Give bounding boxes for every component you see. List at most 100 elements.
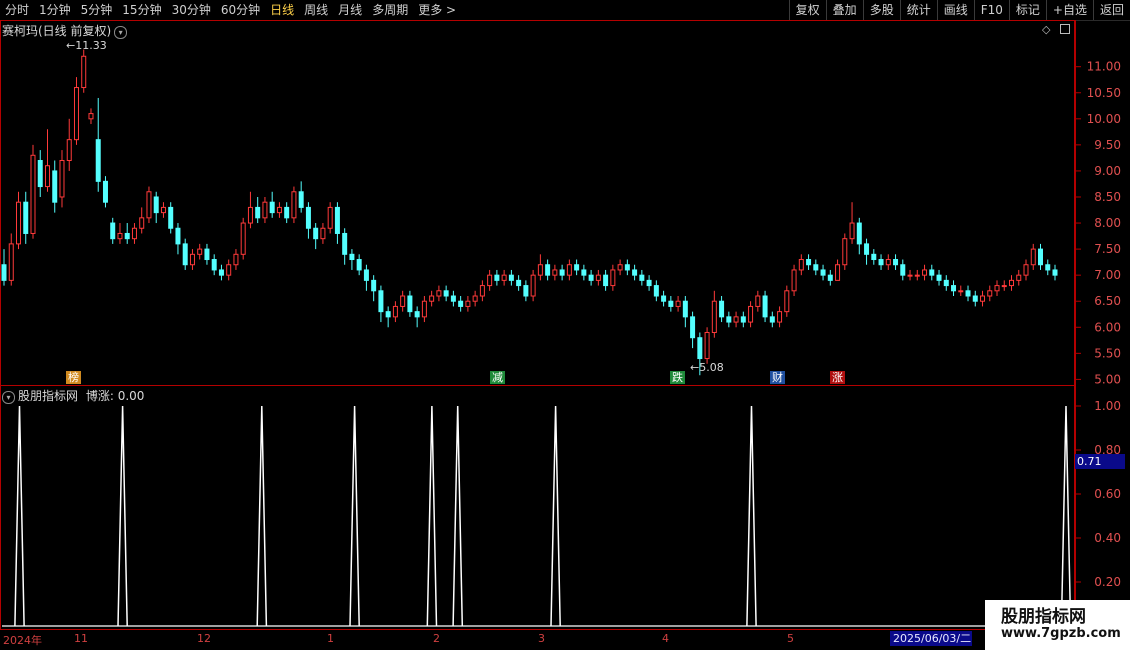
candle-body-133 bbox=[965, 290, 971, 297]
indicator-tick-label-3: 0.40 bbox=[1094, 531, 1121, 545]
candle-body-56 bbox=[407, 295, 413, 313]
candle-body-49 bbox=[356, 259, 362, 271]
candle-body-129 bbox=[936, 274, 942, 281]
stock-title: 赛柯玛(日线 前复权) ▾ bbox=[2, 22, 128, 39]
candle-body-100 bbox=[726, 316, 732, 323]
candle-body-3 bbox=[23, 201, 29, 234]
candle-body-25 bbox=[182, 243, 188, 266]
candle-body-59 bbox=[429, 295, 435, 302]
candle-body-12 bbox=[88, 113, 94, 120]
candle-body-18 bbox=[131, 227, 137, 240]
candle-body-110 bbox=[798, 259, 804, 271]
candle-body-93 bbox=[675, 300, 681, 307]
candle-body-51 bbox=[371, 279, 377, 292]
candle-body-35 bbox=[255, 206, 261, 219]
candle-body-99 bbox=[719, 300, 725, 318]
candle-body-112 bbox=[813, 264, 819, 271]
candle-body-67 bbox=[487, 274, 493, 287]
candle-body-6 bbox=[44, 165, 50, 188]
candle-body-86 bbox=[624, 264, 630, 271]
signal-spike-8 bbox=[1060, 405, 1072, 627]
candle-body-142 bbox=[1030, 248, 1036, 266]
candle-body-52 bbox=[378, 290, 384, 313]
candle-body-78 bbox=[566, 264, 572, 276]
candle-body-30 bbox=[218, 269, 224, 276]
panel-toggle-icon[interactable] bbox=[1060, 24, 1070, 34]
signal-spike-2 bbox=[256, 405, 268, 627]
candle-body-4 bbox=[30, 154, 36, 234]
candle-body-34 bbox=[247, 206, 253, 224]
candle-body-101 bbox=[733, 316, 739, 323]
candle-body-77 bbox=[559, 269, 565, 276]
candle-body-66 bbox=[479, 285, 485, 297]
candle-body-92 bbox=[668, 300, 674, 307]
current-date-box: 2025/06/03/二 bbox=[890, 631, 972, 646]
candle-body-136 bbox=[987, 290, 993, 297]
candle-body-71 bbox=[516, 279, 522, 287]
candle-body-134 bbox=[972, 295, 978, 302]
indicator-tick-label-0: 1.00 bbox=[1094, 399, 1121, 413]
candle-body-85 bbox=[617, 264, 623, 271]
diamond-icon[interactable]: ◇ bbox=[1042, 23, 1050, 36]
candle-body-10 bbox=[73, 87, 79, 141]
stock-title-text: 赛柯玛(日线 前复权) bbox=[2, 24, 112, 38]
price-tick-label-11: 5.50 bbox=[1094, 346, 1121, 360]
event-marker-2[interactable]: 减 bbox=[490, 371, 505, 384]
indicator-name: 股朋指标网 bbox=[18, 389, 79, 403]
candle-body-128 bbox=[929, 269, 935, 276]
signal-spike-0 bbox=[14, 405, 25, 627]
candle-body-130 bbox=[943, 279, 949, 287]
indicator-title: ▾ 股朋指标网 博涨: 0.00 bbox=[2, 387, 144, 404]
candle-body-91 bbox=[661, 295, 667, 302]
candle-body-132 bbox=[958, 290, 964, 293]
candle-body-127 bbox=[922, 269, 928, 276]
price-tick-label-12: 5.00 bbox=[1094, 372, 1121, 386]
candle-body-31 bbox=[226, 264, 232, 276]
candle-body-80 bbox=[581, 269, 587, 276]
candle-body-90 bbox=[653, 285, 659, 297]
candle-body-33 bbox=[240, 222, 246, 255]
indicator-value: 博涨: 0.00 bbox=[85, 389, 145, 403]
candle-body-107 bbox=[777, 311, 783, 323]
price-tick-label-3: 9.50 bbox=[1094, 138, 1121, 152]
price-tick-label-6: 8.00 bbox=[1094, 216, 1121, 230]
candle-body-138 bbox=[1001, 285, 1007, 288]
low-price-value: 5.08 bbox=[699, 361, 724, 374]
candle-body-45 bbox=[327, 206, 333, 229]
candle-body-104 bbox=[755, 295, 761, 307]
candle-body-109 bbox=[791, 269, 797, 292]
event-marker-5[interactable]: 涨 bbox=[830, 371, 845, 384]
price-tick-label-5: 8.50 bbox=[1094, 190, 1121, 204]
x-label-jan: 1 bbox=[327, 632, 334, 645]
candle-body-39 bbox=[284, 206, 290, 219]
candle-body-63 bbox=[458, 300, 464, 307]
collapse-icon[interactable]: ▾ bbox=[2, 391, 15, 404]
event-marker-1[interactable]: 榜 bbox=[66, 371, 81, 384]
candle-body-123 bbox=[893, 259, 899, 266]
candle-body-54 bbox=[392, 305, 398, 318]
event-marker-3[interactable]: 跌 bbox=[670, 371, 685, 384]
candle-body-81 bbox=[588, 274, 594, 281]
candle-body-88 bbox=[639, 274, 645, 281]
candle-body-13 bbox=[95, 139, 101, 182]
candle-body-139 bbox=[1009, 279, 1015, 287]
candle-body-98 bbox=[711, 300, 717, 333]
candle-body-115 bbox=[835, 264, 841, 281]
candle-body-46 bbox=[334, 206, 340, 234]
candle-body-124 bbox=[900, 264, 906, 276]
candle-body-7 bbox=[52, 170, 58, 203]
price-tick-label-1: 10.50 bbox=[1087, 86, 1121, 100]
candle-body-1 bbox=[8, 243, 14, 281]
candle-body-61 bbox=[443, 290, 449, 297]
event-marker-4[interactable]: 财 bbox=[770, 371, 785, 384]
signal-spike-5 bbox=[452, 405, 464, 627]
collapse-icon[interactable]: ▾ bbox=[114, 26, 128, 39]
candle-body-65 bbox=[472, 295, 478, 302]
candle-body-137 bbox=[994, 285, 1000, 292]
candle-body-74 bbox=[537, 264, 543, 276]
candle-body-37 bbox=[269, 201, 275, 214]
candle-body-126 bbox=[914, 274, 920, 277]
candle-body-120 bbox=[871, 253, 877, 261]
candle-body-53 bbox=[385, 311, 391, 318]
candle-body-16 bbox=[117, 232, 123, 240]
